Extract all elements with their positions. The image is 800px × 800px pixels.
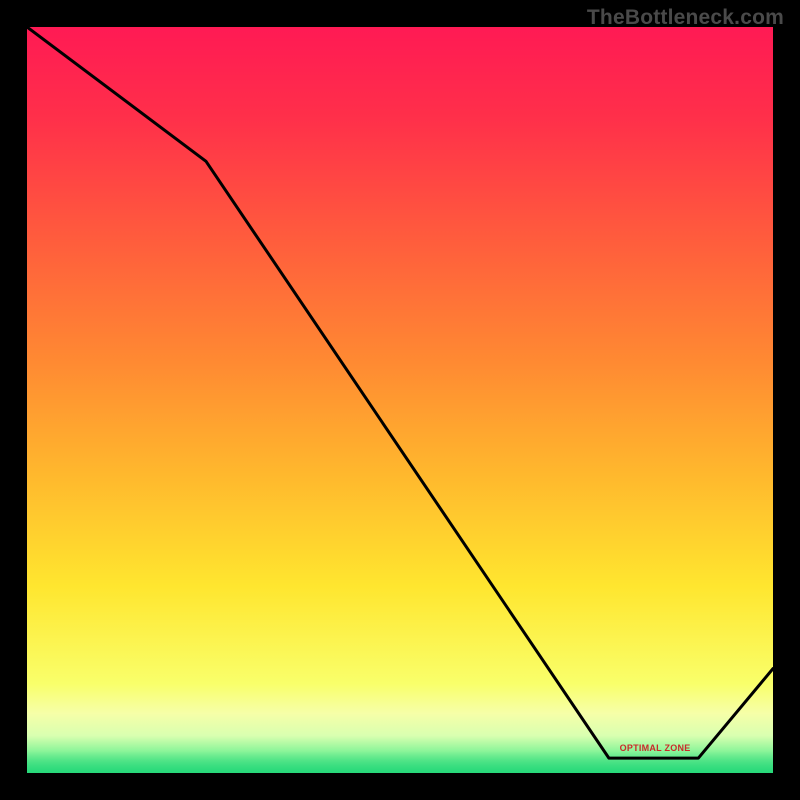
chart-stage: TheBottleneck.com OPTIMAL ZONE <box>0 0 800 800</box>
bottleneck-curve <box>27 27 773 773</box>
plot-area: OPTIMAL ZONE <box>27 27 773 773</box>
curve-path <box>27 27 773 758</box>
optimal-zone-label: OPTIMAL ZONE <box>620 743 691 753</box>
